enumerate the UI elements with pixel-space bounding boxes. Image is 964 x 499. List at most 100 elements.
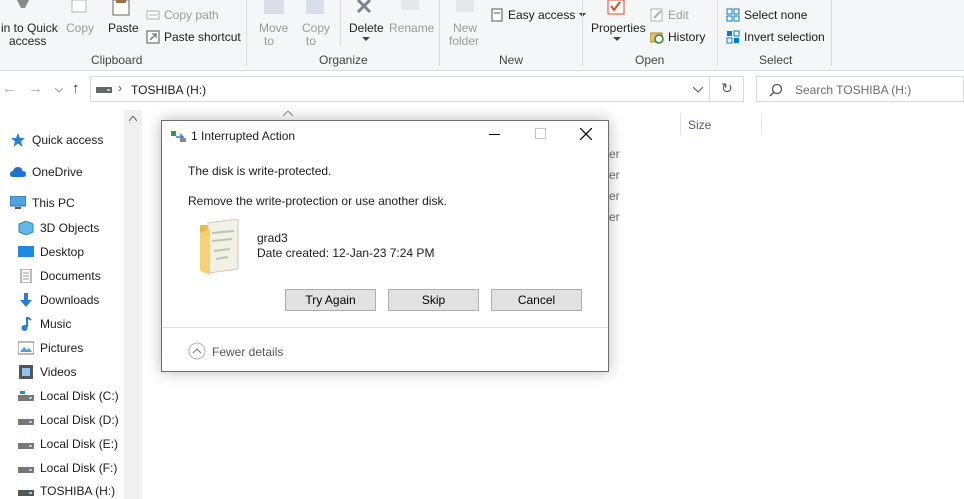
nav-item-quick-access[interactable]: Quick access (10, 133, 103, 147)
column-header-size[interactable]: Size (688, 118, 711, 132)
edit-button[interactable]: Edit (650, 8, 689, 22)
nav-item-3d-objects[interactable]: 3D Objects (18, 221, 99, 235)
nav-item-label: Quick access (32, 133, 104, 147)
picture-icon (18, 341, 34, 355)
copy-to-icon (306, 0, 324, 14)
recent-locations-chevron-icon[interactable] (55, 88, 63, 93)
address-bar[interactable]: › TOSHIBA (H:) (90, 76, 710, 102)
paste-button[interactable]: Paste (103, 0, 139, 48)
refresh-button[interactable]: ↻ (710, 76, 744, 102)
search-box[interactable]: Search TOSHIBA (H:) (756, 76, 964, 102)
copy-path-label: Copy path (164, 8, 219, 22)
refresh-icon: ↻ (721, 80, 733, 96)
back-icon[interactable]: ← (2, 80, 17, 97)
nav-item-label: Local Disk (F:) (40, 461, 118, 475)
chevron-down-icon (362, 37, 370, 41)
rename-icon (401, 0, 419, 10)
rename-button[interactable]: Rename (388, 0, 434, 48)
group-divider (831, 0, 832, 66)
chevron-down-icon (613, 37, 621, 41)
pin-label-line2: access (9, 34, 47, 48)
file-date: Date created: 12-Jan-23 7:24 PM (257, 246, 435, 260)
open-group-label: Open (635, 53, 665, 67)
edit-icon (650, 8, 663, 22)
nav-item-local-disk-d[interactable]: Local Disk (D:) (18, 413, 119, 427)
nav-item-local-disk-c[interactable]: Local Disk (C:) (18, 389, 119, 403)
nav-item-label: Pictures (40, 341, 84, 355)
nav-item-label: Music (40, 317, 72, 331)
drive-icon (18, 391, 34, 401)
forward-icon[interactable]: → (28, 80, 43, 97)
nav-item-label: OneDrive (32, 165, 83, 179)
easy-access-label: Easy access (508, 8, 576, 22)
folder-icon (200, 219, 239, 275)
organize-group-label: Organize (319, 53, 368, 67)
easy-access-button[interactable]: Easy access (490, 8, 587, 22)
copy-to-button[interactable]: Copy to (298, 0, 334, 48)
nav-item-onedrive[interactable]: OneDrive (10, 165, 83, 179)
music-icon (21, 317, 32, 331)
copy-path-button[interactable]: Copy path (146, 8, 219, 22)
desktop-icon (18, 246, 34, 257)
file-type-cell: er (609, 147, 620, 161)
file-type-cell: er (609, 210, 620, 224)
navigation-pane: Quick access OneDrive This PC 3D Objects… (0, 110, 124, 499)
group-divider (582, 0, 583, 66)
computer-icon (10, 196, 26, 209)
properties-button[interactable]: Properties (588, 0, 646, 48)
history-button[interactable]: History (650, 30, 705, 44)
new-folder-label-line2: folder (449, 34, 480, 48)
close-icon[interactable] (580, 128, 592, 140)
error-instruction: Remove the write-protection or use anoth… (188, 194, 447, 208)
nav-item-downloads[interactable]: Downloads (18, 293, 99, 307)
new-group-label: New (499, 53, 524, 67)
move-to-button[interactable]: Move to (254, 0, 294, 48)
breadcrumb-current[interactable]: TOSHIBA (H:) (131, 83, 206, 97)
nav-item-local-disk-e[interactable]: Local Disk (E:) (18, 437, 118, 451)
maximize-icon (535, 128, 546, 139)
file-type-cell: er (609, 168, 620, 182)
nav-item-videos[interactable]: Videos (18, 365, 76, 379)
select-none-button[interactable]: Select none (726, 8, 807, 22)
clipboard-group-label: Clipboard (91, 53, 143, 67)
drive-icon (96, 87, 112, 93)
pin-quick-access-button[interactable]: in to Quick access (0, 0, 60, 48)
scroll-up-icon[interactable] (129, 116, 137, 121)
nav-item-local-disk-f[interactable]: Local Disk (F:) (18, 461, 117, 475)
skip-button[interactable]: Skip (388, 289, 479, 311)
nav-item-label: Downloads (40, 293, 100, 307)
select-none-icon (726, 8, 740, 22)
nav-scrollbar[interactable] (124, 110, 142, 499)
try-again-button[interactable]: Try Again (285, 289, 376, 311)
nav-item-pictures[interactable]: Pictures (18, 341, 83, 355)
cancel-button[interactable]: Cancel (491, 289, 582, 311)
paste-icon (112, 0, 130, 16)
file-type-cell: er (609, 189, 620, 203)
paste-shortcut-button[interactable]: Paste shortcut (146, 30, 241, 44)
invert-selection-button[interactable]: Invert selection (726, 30, 825, 44)
nav-item-label: 3D Objects (40, 221, 100, 235)
select-none-label: Select none (744, 8, 808, 22)
file-move-icon (171, 131, 186, 142)
address-dropdown-chevron-icon[interactable] (693, 87, 703, 93)
fewer-details-label: Fewer details (212, 345, 284, 359)
group-divider (340, 0, 341, 46)
fewer-details-toggle[interactable]: Fewer details (188, 342, 308, 360)
interrupted-action-dialog: 1 Interrupted Action The disk is write-p… (161, 120, 609, 372)
nav-item-label: This PC (32, 196, 75, 210)
nav-item-toshiba-h[interactable]: TOSHIBA (H:) (18, 484, 115, 498)
new-folder-button[interactable]: New folder (446, 0, 484, 48)
copy-button[interactable]: Copy (63, 0, 97, 48)
nav-item-label: Videos (40, 365, 77, 379)
nav-item-music[interactable]: Music (18, 317, 71, 331)
nav-item-this-pc[interactable]: This PC (10, 196, 75, 210)
minimize-icon[interactable] (489, 127, 501, 139)
nav-item-desktop[interactable]: Desktop (18, 245, 84, 259)
nav-item-label: Local Disk (E:) (40, 437, 119, 451)
column-divider (680, 113, 681, 135)
nav-item-label: Desktop (40, 245, 85, 259)
copy-path-icon (146, 10, 160, 20)
up-icon[interactable]: ↑ (72, 80, 80, 97)
nav-item-documents[interactable]: Documents (18, 269, 101, 283)
delete-button[interactable]: Delete (346, 0, 386, 48)
